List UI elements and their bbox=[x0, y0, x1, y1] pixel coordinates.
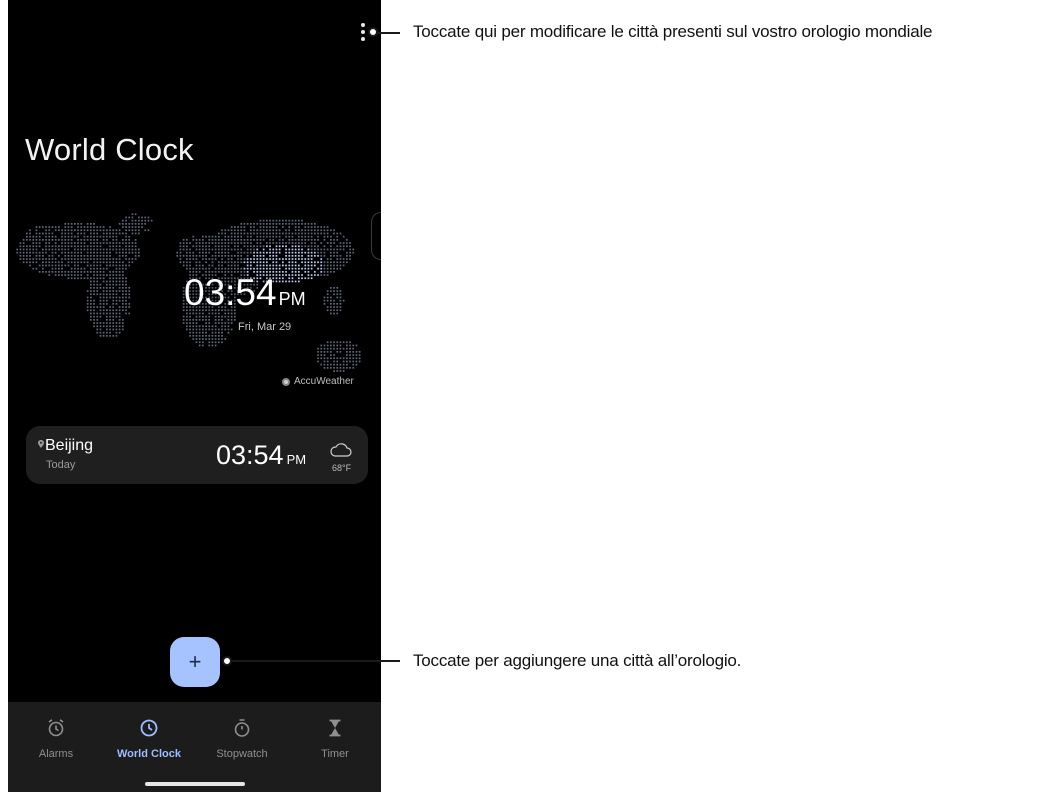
nav-stopwatch-label: Stopwatch bbox=[216, 748, 268, 760]
local-time-ampm: PM bbox=[278, 289, 306, 309]
menu-callout-text: Toccate qui per modificare le città pres… bbox=[413, 22, 933, 41]
stopwatch-icon bbox=[234, 719, 250, 737]
nav-timer-label: Timer bbox=[321, 748, 349, 760]
local-date: Fri, Mar 29 bbox=[238, 321, 292, 333]
accuweather-credit: AccuWeather bbox=[282, 376, 354, 387]
add-callout-line bbox=[232, 660, 400, 662]
menu-callout-line bbox=[378, 32, 400, 34]
accuweather-label: AccuWeather bbox=[294, 376, 354, 387]
nav-world-clock-label: World Clock bbox=[117, 748, 181, 760]
cloud-icon bbox=[330, 443, 352, 457]
nav-stopwatch[interactable]: Stopwatch bbox=[202, 718, 282, 768]
local-time-value: 03:54 bbox=[184, 272, 277, 313]
city-temperature: 68°F bbox=[332, 463, 352, 473]
nav-world-clock[interactable]: World Clock bbox=[109, 718, 189, 768]
side-panel-handle[interactable] bbox=[371, 212, 381, 260]
phone-screen: World Clock 03:54 PM Fri, Mar 29 AccuWeat… bbox=[8, 0, 381, 792]
city-time-ampm: PM bbox=[286, 452, 307, 467]
add-icon: + bbox=[188, 649, 202, 674]
local-time: 03:54 PM bbox=[184, 272, 306, 314]
city-time: 03:54 PM bbox=[216, 440, 306, 471]
more-vert-icon bbox=[361, 23, 365, 27]
add-city-button[interactable]: + bbox=[170, 637, 220, 687]
accuweather-logo-icon bbox=[282, 377, 290, 386]
nav-timer[interactable]: Timer bbox=[295, 718, 375, 768]
alarm-icon bbox=[48, 719, 64, 737]
city-name: Beijing bbox=[45, 437, 94, 454]
city-day: Today bbox=[46, 459, 76, 471]
city-card-beijing[interactable]: Beijing Today 03:54 PM 68°F bbox=[26, 426, 368, 484]
page-title: World Clock bbox=[25, 132, 194, 167]
nav-alarms[interactable]: Alarms bbox=[16, 718, 96, 768]
location-pin-icon bbox=[38, 440, 44, 448]
home-indicator[interactable] bbox=[145, 782, 245, 786]
hourglass-icon bbox=[329, 719, 341, 737]
add-callout-text: Toccate per aggiungere una città all’oro… bbox=[413, 651, 742, 670]
nav-alarms-label: Alarms bbox=[38, 748, 74, 760]
add-callout-dot bbox=[222, 656, 232, 666]
bottom-nav: Alarms World Clock Stopwatch Timer bbox=[8, 702, 381, 792]
menu-callout-dot bbox=[368, 27, 378, 37]
clock-icon bbox=[140, 719, 158, 737]
city-time-value: 03:54 bbox=[216, 440, 284, 470]
